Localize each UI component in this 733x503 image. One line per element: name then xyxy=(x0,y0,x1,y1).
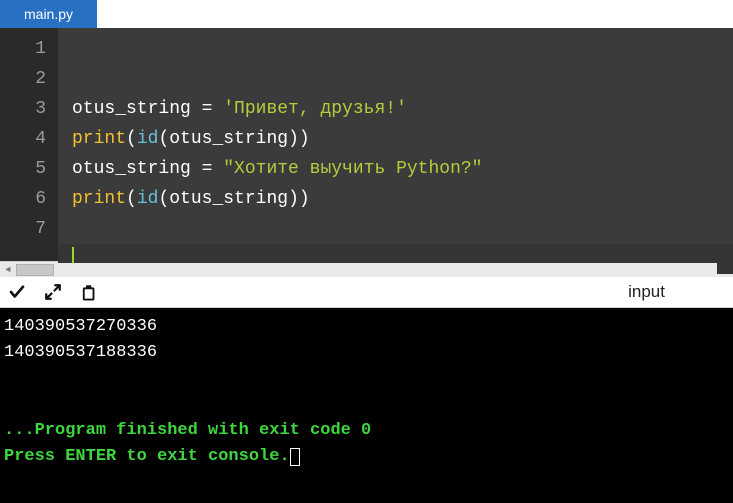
paren: ( xyxy=(158,189,169,209)
paren: ( xyxy=(126,129,137,149)
identifier: otus_string xyxy=(72,99,191,119)
paren: ) xyxy=(299,189,310,209)
tab-label: main.py xyxy=(24,6,73,22)
line-number: 2 xyxy=(0,64,46,94)
builtin-call: id xyxy=(137,129,159,149)
operator: = xyxy=(191,159,223,179)
code-line: otus_string = "Хотите выучить Python?" xyxy=(72,159,482,179)
tab-bar: main.py xyxy=(0,0,733,28)
code-line: print(id(otus_string)) xyxy=(72,189,310,209)
code-editor[interactable]: 1 2 3 4 5 6 7 otus_string = 'Привет, дру… xyxy=(0,28,733,261)
line-number: 4 xyxy=(0,124,46,154)
code-area[interactable]: otus_string = 'Привет, друзья!' print(id… xyxy=(58,28,733,261)
check-icon[interactable] xyxy=(8,283,26,301)
console-cursor xyxy=(290,448,300,466)
function-call: print xyxy=(72,189,126,209)
code-line xyxy=(72,219,83,239)
console-output[interactable]: 140390537270336 140390537188336 ...Progr… xyxy=(0,308,733,503)
identifier: otus_string xyxy=(72,159,191,179)
function-call: print xyxy=(72,129,126,149)
paren: ) xyxy=(288,189,299,209)
tab-main-py[interactable]: main.py xyxy=(0,0,97,28)
code-line xyxy=(72,69,83,89)
line-number: 6 xyxy=(0,184,46,214)
code-line: print(id(otus_string)) xyxy=(72,129,310,149)
line-number: 3 xyxy=(0,94,46,124)
console-prompt-line: Press ENTER to exit console. xyxy=(4,447,290,466)
expand-icon[interactable] xyxy=(44,283,62,301)
line-number-gutter: 1 2 3 4 5 6 7 xyxy=(0,28,58,261)
paren: ) xyxy=(288,129,299,149)
line-number: 1 xyxy=(0,34,46,64)
identifier: otus_string xyxy=(169,189,288,209)
scroll-thumb[interactable] xyxy=(16,264,54,276)
string-literal: "Хотите выучить Python?" xyxy=(223,159,482,179)
line-number: 5 xyxy=(0,154,46,184)
horizontal-scrollbar[interactable]: ◄ ► xyxy=(0,261,733,277)
paren: ( xyxy=(158,129,169,149)
line-number: 7 xyxy=(0,214,46,244)
scroll-track[interactable] xyxy=(16,263,717,277)
code-line: otus_string = 'Привет, друзья!' xyxy=(72,99,407,119)
console-line: 140390537188336 xyxy=(4,343,157,362)
paren: ( xyxy=(126,189,137,209)
string-literal: 'Привет, друзья!' xyxy=(223,99,407,119)
paren: ) xyxy=(299,129,310,149)
operator: = xyxy=(191,99,223,119)
identifier: otus_string xyxy=(169,129,288,149)
scroll-left-arrow-icon[interactable]: ◄ xyxy=(0,262,16,278)
builtin-call: id xyxy=(137,189,159,209)
console-exit-line: ...Program finished with exit code 0 xyxy=(4,421,371,440)
